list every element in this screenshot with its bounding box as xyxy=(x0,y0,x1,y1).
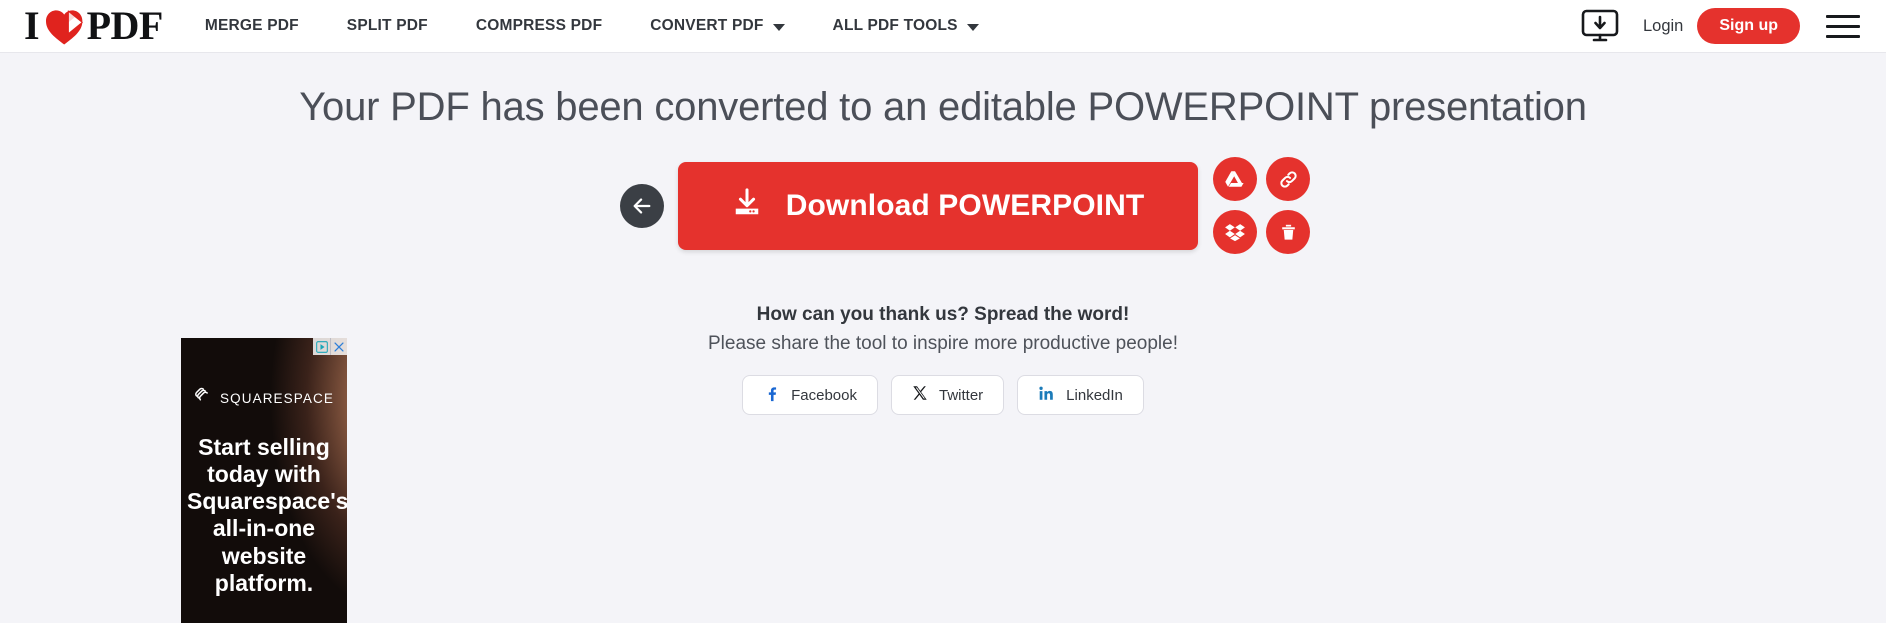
download-button-label: Download POWERPOINT xyxy=(785,188,1145,222)
chevron-down-icon xyxy=(772,23,785,31)
file-actions xyxy=(1213,157,1310,254)
squarespace-logo-icon xyxy=(194,386,213,410)
back-button[interactable] xyxy=(620,183,664,228)
signup-button[interactable]: Sign up xyxy=(1697,8,1800,44)
share-twitter-button[interactable]: Twitter xyxy=(890,375,1005,415)
advertisement[interactable]: SQUARESPACE Start selling today with Squ… xyxy=(181,338,347,623)
site-logo[interactable]: I PDF xyxy=(24,6,163,46)
ad-controls xyxy=(313,338,347,355)
chevron-down-icon xyxy=(966,23,979,31)
twitter-x-icon xyxy=(912,385,928,405)
download-powerpoint-button[interactable]: Download POWERPOINT xyxy=(678,161,1198,250)
login-link[interactable]: Login xyxy=(1643,17,1683,36)
download-icon xyxy=(732,187,762,225)
hamburger-bar xyxy=(1826,34,1860,38)
share-button-label: LinkedIn xyxy=(1066,386,1123,404)
nav-label: MERGE PDF xyxy=(204,17,299,34)
hamburger-bar xyxy=(1826,24,1860,28)
linkedin-icon xyxy=(1038,385,1055,406)
nav-label: COMPRESS PDF xyxy=(475,17,603,34)
page-title: Your PDF has been converted to an editab… xyxy=(299,85,1587,129)
ad-headline: Start selling today with Squarespace's a… xyxy=(187,434,347,596)
hamburger-bar xyxy=(1826,14,1860,18)
site-header: I PDF MERGE PDF SPLIT PDF COMPRESS PDF C… xyxy=(0,0,1886,53)
heart-page-icon xyxy=(44,8,84,46)
logo-letter-i: I xyxy=(24,3,40,48)
nav-item-compress-pdf[interactable]: COMPRESS PDF xyxy=(452,17,626,35)
ad-brand-row: SQUARESPACE xyxy=(181,386,347,410)
link-icon[interactable] xyxy=(1266,157,1310,201)
primary-navigation: MERGE PDF SPLIT PDF COMPRESS PDF CONVERT… xyxy=(205,17,1579,35)
logo-text-pdf: PDF xyxy=(86,3,164,48)
hamburger-menu-icon[interactable] xyxy=(1826,14,1860,38)
google-drive-icon[interactable] xyxy=(1213,157,1257,201)
share-button-label: Twitter xyxy=(938,386,984,404)
nav-item-all-pdf-tools[interactable]: ALL PDF TOOLS xyxy=(809,17,1003,35)
share-title: How can you thank us? Spread the word! xyxy=(756,304,1130,325)
close-icon[interactable] xyxy=(330,338,347,355)
main-content: Your PDF has been converted to an editab… xyxy=(0,53,1886,623)
nav-label: SPLIT PDF xyxy=(346,17,428,34)
desktop-download-icon[interactable] xyxy=(1579,9,1621,43)
adchoices-icon[interactable] xyxy=(313,338,330,355)
nav-item-convert-pdf[interactable]: CONVERT PDF xyxy=(626,17,808,35)
nav-item-merge-pdf[interactable]: MERGE PDF xyxy=(205,17,323,35)
trash-icon[interactable] xyxy=(1266,210,1310,254)
nav-label: ALL PDF TOOLS xyxy=(832,17,958,34)
ad-brand-name: SQUARESPACE xyxy=(220,390,334,406)
header-actions: Login Sign up xyxy=(1579,8,1860,44)
arrow-left-icon xyxy=(633,197,651,214)
share-button-label: Facebook xyxy=(791,386,857,404)
nav-item-split-pdf[interactable]: SPLIT PDF xyxy=(323,17,452,35)
share-facebook-button[interactable]: Facebook xyxy=(742,375,878,415)
dropbox-icon[interactable] xyxy=(1213,210,1257,254)
nav-label: CONVERT PDF xyxy=(650,17,764,34)
share-linkedin-button[interactable]: LinkedIn xyxy=(1017,375,1144,415)
download-action-row: Download POWERPOINT xyxy=(0,157,1886,254)
facebook-icon xyxy=(763,385,780,406)
